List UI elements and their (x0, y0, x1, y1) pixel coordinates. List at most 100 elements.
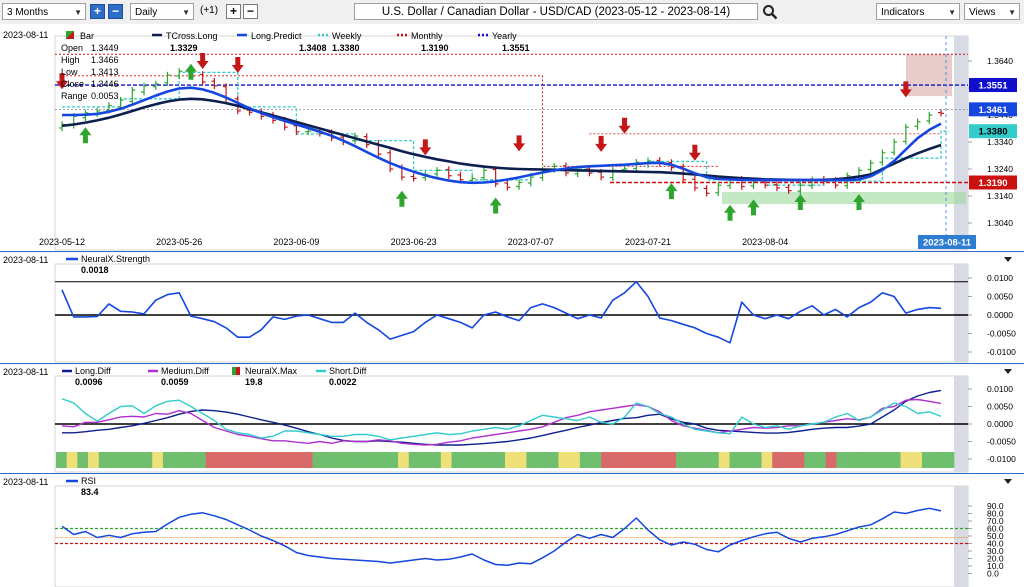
neuralx-max-bar (686, 452, 698, 468)
ohlc-value: 1.3466 (91, 55, 119, 65)
diff-legend-value: 0.0022 (329, 377, 357, 387)
price-badge-label: 1.3461 (978, 105, 1008, 116)
ohlc-label: Open (61, 43, 83, 53)
price-axis-tick-label: 1.3240 (987, 164, 1013, 174)
neuralx-max-bar (88, 452, 100, 468)
price-legend-value: 1.3380 (332, 43, 360, 53)
neuralx-max-bar (205, 452, 217, 468)
neuralx-max-bar (526, 452, 538, 468)
neuralx-max-bar (943, 452, 955, 468)
neuralx-max-bar (312, 452, 324, 468)
neuralx-max-bar (323, 452, 335, 468)
neuralx-max-bar (259, 452, 271, 468)
neuralx-max-bar (301, 452, 313, 468)
zoom-in-button[interactable]: + (90, 4, 105, 19)
neuralx-max-bar (366, 452, 378, 468)
neuralx-max-bar (269, 452, 281, 468)
neuralx-max-bar (280, 452, 292, 468)
neuralx-max-bar (344, 452, 356, 468)
neuralx-max-bar (494, 452, 506, 468)
neuralx-max-bar (408, 452, 420, 468)
neuralx-max-bar (194, 452, 206, 468)
diff-legend-value: 0.0096 (75, 377, 103, 387)
neuralx-max-bar (440, 452, 452, 468)
period-select[interactable]: 3 Months ▼ (2, 3, 86, 20)
offset-plus-button[interactable]: + (226, 4, 241, 19)
neuralx-max-bar (419, 452, 431, 468)
price-legend-name: Weekly (332, 31, 362, 41)
ohlc-label: Close (61, 79, 84, 89)
zoom-out-button[interactable]: − (108, 4, 123, 19)
neuralx-max-bar (333, 452, 345, 468)
neuralx-max-bar (56, 452, 67, 468)
neuralx-max-bar (355, 452, 367, 468)
neuralx-max-bar (547, 452, 559, 468)
neuralx-max-bar (98, 452, 110, 468)
date-axis-label: 2023-07-21 (625, 237, 671, 247)
neuralx-max-bar (708, 452, 720, 468)
date-axis-label: 2023-08-04 (742, 237, 788, 247)
toolbar: 3 Months ▼ + − Daily ▼ (+1) + − U.S. Dolla… (0, 0, 1024, 25)
neuralx-max-bar (879, 452, 891, 468)
diff-legend-name: NeuralX.Max (245, 366, 298, 376)
neuralx-max-bar (889, 452, 901, 468)
neuralx-max-bar (430, 452, 442, 468)
ohlc-label: Low (61, 67, 78, 77)
chart-title-field[interactable]: U.S. Dollar / Canadian Dollar - USD/CAD … (354, 3, 758, 20)
chart-area: 1.36401.35401.34401.33401.32401.31401.30… (0, 24, 1024, 587)
neuralx-max-bar (558, 452, 570, 468)
neuralx-max-bar (505, 452, 516, 468)
neuralx-max-bar (569, 452, 581, 468)
date-axis-label: 2023-06-23 (391, 237, 437, 247)
strength-axis-tick-label: 0.0100 (987, 273, 1013, 283)
price-axis-tick-label: 1.3040 (987, 218, 1013, 228)
neuralx-max-bar (537, 452, 549, 468)
neuralx-max-bar (462, 452, 474, 468)
neuralx-max-bar (173, 452, 185, 468)
neuralx-max-bar (248, 452, 260, 468)
neuralx-max-bar (611, 452, 623, 468)
neuralx-max-bar (793, 452, 805, 468)
rsi-legend-name: RSI (81, 476, 96, 486)
price-badge-label: 1.3190 (978, 178, 1007, 189)
strength-axis-tick-label: -0.0100 (987, 347, 1016, 357)
neuralx-max-bar (451, 452, 463, 468)
price-legend-name: Yearly (492, 31, 517, 41)
date-axis-label: 2023-05-26 (156, 237, 202, 247)
neuralx-max-bar (515, 452, 527, 468)
neuralx-max-bar (825, 452, 837, 468)
neuralx-max-bar (152, 452, 164, 468)
price-axis-tick-label: 1.3140 (987, 191, 1013, 201)
neuralx-max-bar (227, 452, 239, 468)
chevron-down-icon: ▼ (74, 8, 82, 17)
date-axis-label: 2023-07-07 (508, 237, 554, 247)
neuralx-max-bar (815, 452, 827, 468)
views-dropdown[interactable]: Views ▼ (964, 3, 1020, 20)
price-legend-value: 1.3551 (502, 43, 530, 53)
neuralx-max-bar (398, 452, 410, 468)
interval-value: Daily (135, 7, 158, 18)
search-icon[interactable] (762, 4, 778, 20)
price-legend-value: 1.3329 (170, 43, 198, 53)
neuralx-max-bar (772, 452, 784, 468)
interval-select[interactable]: Daily ▼ (130, 3, 194, 20)
strength-legend-value: 0.0018 (81, 265, 109, 275)
price-legend-name: Bar (80, 31, 94, 41)
neuralx-max-bar (483, 452, 495, 468)
diff-axis-tick-label: 0.0000 (987, 419, 1013, 429)
neuralx-max-bar (782, 452, 794, 468)
rsi-axis-tick-label: 0.0 (987, 569, 999, 579)
neuralx-max-bar (932, 452, 944, 468)
strength-axis-tick-label: 0.0050 (987, 292, 1013, 302)
neuralx-max-bar (847, 452, 859, 468)
neuralx-max-bar (162, 452, 174, 468)
offset-minus-button[interactable]: − (243, 4, 258, 19)
neuralx-max-bar (911, 452, 923, 468)
rsi-panel-plot-frame (54, 485, 969, 587)
neuralx-max-bar (77, 452, 89, 468)
indicators-dropdown[interactable]: Indicators ▼ (876, 3, 960, 20)
resistance-zone (906, 54, 952, 97)
neuralx-max-bar (761, 452, 773, 468)
price-legend-name: Monthly (411, 31, 443, 41)
neuralx-max-bar (130, 452, 142, 468)
